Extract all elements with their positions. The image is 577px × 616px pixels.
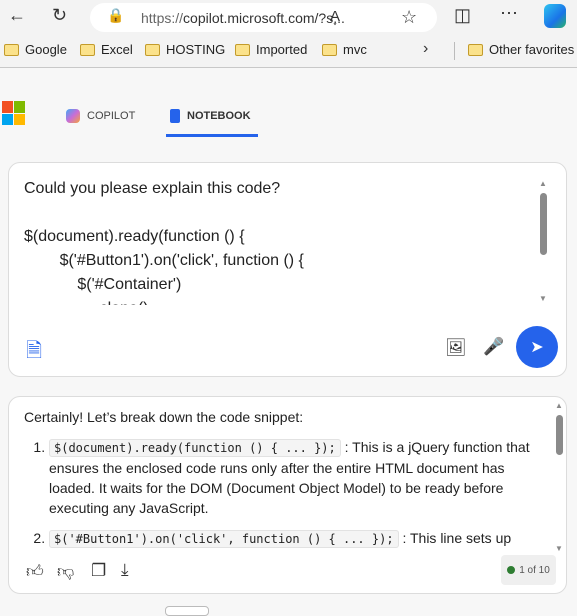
- folder-icon: [468, 43, 483, 56]
- folder-icon: [322, 43, 337, 56]
- browser-toolbar: ← ↻ 🔒 https://copilot.microsoft.com/?s..…: [0, 0, 577, 34]
- split-screen-icon[interactable]: ◫: [454, 5, 471, 26]
- add-image-icon[interactable]: 🖼: [445, 338, 467, 358]
- read-aloud-icon[interactable]: A͙: [330, 8, 340, 25]
- lock-icon[interactable]: 🔒: [107, 7, 124, 24]
- scroll-up-icon[interactable]: ▲: [555, 401, 563, 410]
- favorite-other[interactable]: Other favorites: [468, 42, 574, 57]
- fav-label: mvc: [343, 42, 367, 57]
- copilot-browser-icon[interactable]: [544, 4, 566, 28]
- tab-label: NOTEBOOK: [187, 110, 251, 122]
- fav-label: Excel: [101, 42, 133, 57]
- favorite-imported[interactable]: Imported: [235, 42, 307, 57]
- url-host: copilot.microsoft.com/?s...: [183, 10, 345, 26]
- url-text: https://copilot.microsoft.com/?s...: [141, 10, 345, 26]
- send-icon: ➤: [530, 339, 544, 356]
- thumbs-up-icon[interactable]: 👍︎: [26, 561, 44, 582]
- microsoft-logo[interactable]: [2, 101, 26, 125]
- folder-icon: [145, 43, 160, 56]
- inline-code: $(document).ready(function () { ... });: [49, 439, 341, 457]
- response-counter: 1 of 10: [501, 555, 556, 585]
- fav-label: HOSTING: [166, 42, 226, 57]
- prompt-card: Could you please explain this code? $(do…: [8, 162, 567, 377]
- response-card: Certainly! Let’s break down the code sni…: [8, 396, 567, 594]
- status-dot: [507, 566, 516, 574]
- refresh-icon[interactable]: ↻: [52, 5, 67, 26]
- scroll-down-icon[interactable]: ▼: [555, 544, 563, 553]
- prompt-scrollbar[interactable]: ▲ ▼: [539, 179, 548, 303]
- item-text: : This line sets up: [402, 530, 512, 546]
- scroll-thumb[interactable]: [556, 415, 563, 455]
- download-icon[interactable]: ⤓: [121, 560, 129, 580]
- list-item: $(document).ready(function () { ... }); …: [49, 437, 539, 518]
- tab-notebook[interactable]: NOTEBOOK: [170, 109, 251, 123]
- fav-label: Imported: [256, 42, 308, 57]
- divider: [454, 42, 455, 60]
- active-tab-indicator: [166, 134, 258, 137]
- scroll-thumb[interactable]: [540, 193, 547, 255]
- list-item: $('#Button1').on('click', function () { …: [49, 528, 539, 549]
- favorite-mvc[interactable]: mvc: [322, 42, 367, 57]
- copilot-icon: [66, 109, 80, 123]
- more-icon[interactable]: ⋯: [500, 3, 518, 24]
- send-button[interactable]: ➤: [516, 326, 558, 368]
- address-bar[interactable]: 🔒 https://copilot.microsoft.com/?s... A͙…: [90, 3, 437, 32]
- tab-label: COPILOT: [87, 110, 136, 122]
- inline-code: $('#Button1').on('click', function () { …: [49, 530, 399, 548]
- favorite-excel[interactable]: Excel: [80, 42, 133, 57]
- favorite-google[interactable]: Google: [4, 42, 67, 57]
- microphone-icon[interactable]: 🎤: [483, 337, 504, 357]
- url-prefix: https://: [141, 10, 184, 26]
- folder-icon: [4, 43, 19, 56]
- chevron-right-icon[interactable]: ›: [423, 40, 428, 58]
- scroll-down-icon[interactable]: ▼: [539, 294, 547, 303]
- folder-icon: [235, 43, 250, 56]
- add-page-icon[interactable]: 🗎: [26, 336, 42, 370]
- favorite-star-icon[interactable]: ☆: [401, 7, 417, 28]
- scroll-up-icon[interactable]: ▲: [539, 179, 547, 188]
- thumbs-down-icon[interactable]: 👎︎: [57, 561, 74, 582]
- prompt-input[interactable]: Could you please explain this code? $(do…: [24, 177, 534, 305]
- folder-icon: [80, 43, 95, 56]
- response-content: Certainly! Let’s break down the code sni…: [24, 407, 539, 555]
- counter-text: 1 of 10: [519, 564, 550, 576]
- copy-icon[interactable]: ❐: [91, 561, 106, 581]
- response-scrollbar[interactable]: ▲ ▼: [555, 401, 564, 553]
- tab-copilot[interactable]: COPILOT: [66, 109, 135, 123]
- fav-label: Other favorites: [489, 42, 575, 57]
- notebook-icon: [170, 109, 180, 123]
- response-intro: Certainly! Let’s break down the code sni…: [24, 409, 304, 425]
- back-icon[interactable]: ←: [8, 5, 26, 26]
- partial-button[interactable]: [165, 606, 209, 616]
- favorite-hosting[interactable]: HOSTING: [145, 42, 225, 57]
- fav-label: Google: [25, 42, 67, 57]
